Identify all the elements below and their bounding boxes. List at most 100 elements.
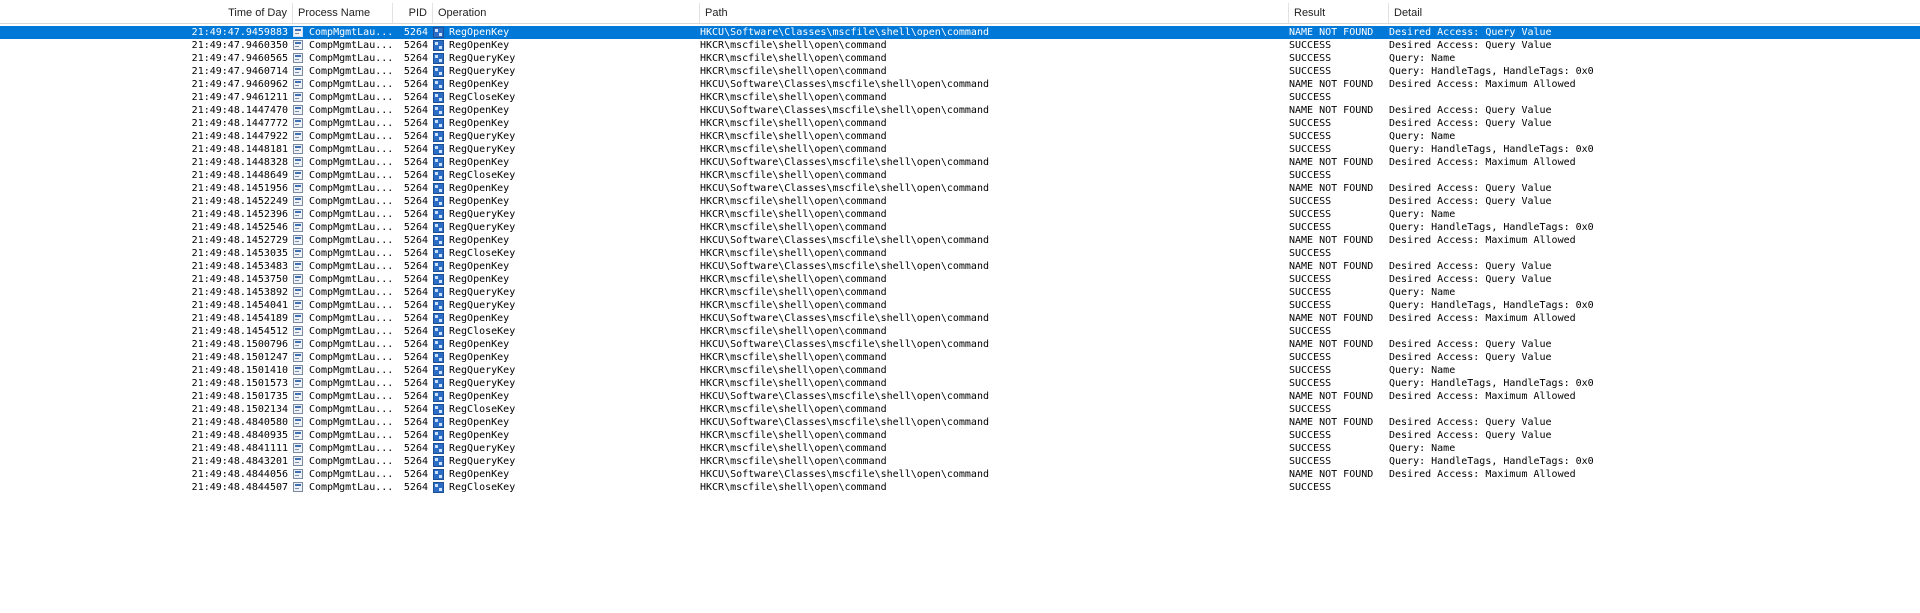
- event-row[interactable]: 21:49:47.9460714 CompMgmtLau... 5264 Reg…: [0, 65, 1920, 78]
- event-row[interactable]: 21:49:48.1447772 CompMgmtLau... 5264 Reg…: [0, 117, 1920, 130]
- cell-process-name: CompMgmtLau...: [309, 196, 393, 207]
- event-row[interactable]: 21:49:48.1502134 CompMgmtLau... 5264 Reg…: [0, 403, 1920, 416]
- event-row[interactable]: 21:49:48.1448328 CompMgmtLau... 5264 Reg…: [0, 156, 1920, 169]
- event-row[interactable]: 21:49:48.4844056 CompMgmtLau... 5264 Reg…: [0, 468, 1920, 481]
- event-row[interactable]: 21:49:48.1453892 CompMgmtLau... 5264 Reg…: [0, 286, 1920, 299]
- process-icon: [293, 209, 303, 219]
- cell-path: HKCR\mscfile\shell\open\command: [700, 53, 887, 64]
- cell-pid: 5264: [403, 183, 428, 194]
- process-cell-icon: [293, 455, 305, 468]
- event-row[interactable]: 21:49:48.1500796 CompMgmtLau... 5264 Reg…: [0, 338, 1920, 351]
- process-icon: [293, 326, 303, 336]
- cell-pid: 5264: [403, 365, 428, 376]
- event-row[interactable]: 21:49:47.9461211 CompMgmtLau... 5264 Reg…: [0, 91, 1920, 104]
- operation-cell-icon: [433, 312, 445, 325]
- cell-path: HKCR\mscfile\shell\open\command: [700, 131, 887, 142]
- event-row[interactable]: 21:49:48.1453750 CompMgmtLau... 5264 Reg…: [0, 273, 1920, 286]
- event-row[interactable]: 21:49:48.1452546 CompMgmtLau... 5264 Reg…: [0, 221, 1920, 234]
- event-row[interactable]: 21:49:47.9460962 CompMgmtLau... 5264 Reg…: [0, 78, 1920, 91]
- event-row[interactable]: 21:49:48.1447470 CompMgmtLau... 5264 Reg…: [0, 104, 1920, 117]
- operation-cell-icon: [433, 208, 445, 221]
- event-row[interactable]: 21:49:48.4840935 CompMgmtLau... 5264 Reg…: [0, 429, 1920, 442]
- operation-cell-icon: [433, 234, 445, 247]
- cell-operation: RegQueryKey: [449, 66, 516, 77]
- process-cell-icon: [293, 169, 305, 182]
- process-icon: [293, 183, 303, 193]
- event-row[interactable]: 21:49:48.1454512 CompMgmtLau... 5264 Reg…: [0, 325, 1920, 338]
- event-row[interactable]: 21:49:48.1453035 CompMgmtLau... 5264 Reg…: [0, 247, 1920, 260]
- event-row[interactable]: 21:49:48.1501410 CompMgmtLau... 5264 Reg…: [0, 364, 1920, 377]
- event-row[interactable]: 21:49:48.1453483 CompMgmtLau... 5264 Reg…: [0, 260, 1920, 273]
- process-icon: [293, 196, 303, 206]
- cell-process-name: CompMgmtLau...: [309, 40, 393, 51]
- cell-time: 21:49:47.9460714: [191, 66, 288, 77]
- cell-operation: RegOpenKey: [449, 157, 510, 168]
- event-row[interactable]: 21:49:48.1452249 CompMgmtLau... 5264 Reg…: [0, 195, 1920, 208]
- event-row[interactable]: 21:49:47.9460565 CompMgmtLau... 5264 Reg…: [0, 52, 1920, 65]
- event-row[interactable]: 21:49:48.1501735 CompMgmtLau... 5264 Reg…: [0, 390, 1920, 403]
- cell-pid: 5264: [403, 456, 428, 467]
- event-row[interactable]: 21:49:48.4840580 CompMgmtLau... 5264 Reg…: [0, 416, 1920, 429]
- operation-cell-icon: [433, 39, 445, 52]
- cell-detail: Desired Access: Query Value: [1389, 339, 1552, 350]
- column-header-path[interactable]: Path: [700, 3, 1289, 23]
- event-row[interactable]: 21:49:48.4844507 CompMgmtLau... 5264 Reg…: [0, 481, 1920, 494]
- column-header-detail[interactable]: Detail: [1389, 3, 1920, 23]
- column-header-time[interactable]: Time of Day: [0, 3, 293, 23]
- registry-icon: [433, 404, 444, 415]
- cell-path: HKCR\mscfile\shell\open\command: [700, 196, 887, 207]
- cell-detail: Desired Access: Query Value: [1389, 196, 1552, 207]
- column-header-result[interactable]: Result: [1289, 3, 1389, 23]
- cell-result: NAME NOT FOUND: [1289, 417, 1374, 428]
- cell-process-name: CompMgmtLau...: [309, 430, 393, 441]
- operation-cell-icon: [433, 52, 445, 65]
- cell-detail: [1389, 325, 1920, 338]
- cell-time: 21:49:48.1501573: [191, 378, 288, 389]
- cell-time: 21:49:47.9459883: [191, 27, 288, 38]
- event-row[interactable]: 21:49:48.4841111 CompMgmtLau... 5264 Reg…: [0, 442, 1920, 455]
- cell-operation: RegQueryKey: [449, 53, 516, 64]
- event-row[interactable]: 21:49:48.1454041 CompMgmtLau... 5264 Reg…: [0, 299, 1920, 312]
- event-row[interactable]: 21:49:47.9459883 CompMgmtLau... 5264 Reg…: [0, 26, 1920, 39]
- process-cell-icon: [293, 338, 305, 351]
- event-row[interactable]: 21:49:48.1501247 CompMgmtLau... 5264 Reg…: [0, 351, 1920, 364]
- cell-detail: [1389, 247, 1920, 260]
- event-row[interactable]: 21:49:48.1448181 CompMgmtLau... 5264 Reg…: [0, 143, 1920, 156]
- process-icon: [293, 40, 303, 50]
- column-header-pid[interactable]: PID: [393, 3, 433, 23]
- cell-pid: 5264: [403, 66, 428, 77]
- event-row[interactable]: 21:49:48.1451956 CompMgmtLau... 5264 Reg…: [0, 182, 1920, 195]
- column-header-process-label: Process Name: [298, 7, 371, 19]
- cell-detail: Desired Access: Query Value: [1389, 118, 1552, 129]
- operation-cell-icon: [433, 104, 445, 117]
- event-row[interactable]: 21:49:48.1448649 CompMgmtLau... 5264 Reg…: [0, 169, 1920, 182]
- cell-result: SUCCESS: [1289, 430, 1332, 441]
- cell-result: NAME NOT FOUND: [1289, 469, 1374, 480]
- cell-time: 21:49:47.9460565: [191, 53, 288, 64]
- registry-icon: [433, 235, 444, 246]
- operation-cell-icon: [433, 117, 445, 130]
- operation-cell-icon: [433, 260, 445, 273]
- event-row[interactable]: 21:49:48.1452396 CompMgmtLau... 5264 Reg…: [0, 208, 1920, 221]
- cell-time: 21:49:48.1454189: [191, 313, 288, 324]
- cell-detail: Query: HandleTags, HandleTags: 0x0: [1389, 66, 1594, 77]
- cell-path: HKCR\mscfile\shell\open\command: [700, 40, 887, 51]
- event-row[interactable]: 21:49:48.1454189 CompMgmtLau... 5264 Reg…: [0, 312, 1920, 325]
- operation-cell-icon: [433, 65, 445, 78]
- registry-icon: [433, 53, 444, 64]
- event-row[interactable]: 21:49:48.1447922 CompMgmtLau... 5264 Reg…: [0, 130, 1920, 143]
- event-row[interactable]: 21:49:48.4843201 CompMgmtLau... 5264 Reg…: [0, 455, 1920, 468]
- column-header-operation[interactable]: Operation: [433, 3, 700, 23]
- process-cell-icon: [293, 273, 305, 286]
- cell-detail: Desired Access: Query Value: [1389, 430, 1552, 441]
- event-row[interactable]: 21:49:47.9460350 CompMgmtLau... 5264 Reg…: [0, 39, 1920, 52]
- cell-result: SUCCESS: [1289, 248, 1332, 259]
- column-header-process[interactable]: Process Name: [293, 3, 393, 23]
- cell-time: 21:49:48.1452546: [191, 222, 288, 233]
- cell-path: HKCR\mscfile\shell\open\command: [700, 352, 887, 363]
- cell-process-name: CompMgmtLau...: [309, 287, 393, 298]
- cell-path: HKCR\mscfile\shell\open\command: [700, 144, 887, 155]
- event-row[interactable]: 21:49:48.1452729 CompMgmtLau... 5264 Reg…: [0, 234, 1920, 247]
- event-row[interactable]: 21:49:48.1501573 CompMgmtLau... 5264 Reg…: [0, 377, 1920, 390]
- process-cell-icon: [293, 416, 305, 429]
